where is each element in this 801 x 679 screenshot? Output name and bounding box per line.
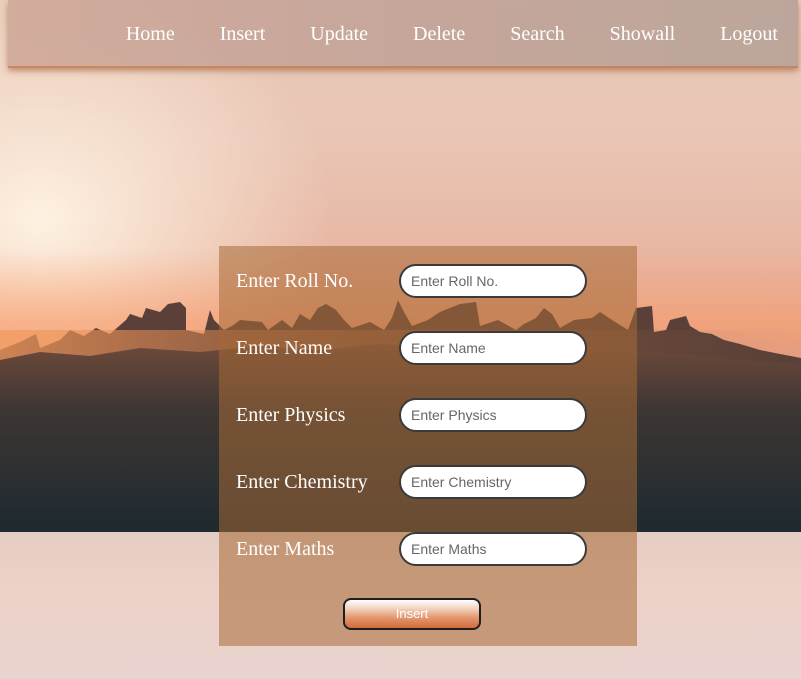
maths-input[interactable] — [399, 532, 587, 566]
nav-link-home[interactable]: Home — [126, 1, 175, 67]
physics-input[interactable] — [399, 398, 587, 432]
form-row-roll-no: Enter Roll No. — [219, 264, 637, 298]
nav-menu: Home Insert Update Delete Search Showall… — [126, 0, 778, 66]
form-row-physics: Enter Physics — [219, 398, 637, 432]
name-label: Enter Name — [236, 337, 333, 359]
nav-link-insert[interactable]: Insert — [220, 1, 266, 67]
roll-no-input[interactable] — [399, 264, 587, 298]
maths-label: Enter Maths — [236, 538, 335, 560]
name-input[interactable] — [399, 331, 587, 365]
insert-submit-button[interactable]: Insert — [343, 598, 481, 630]
roll-no-label: Enter Roll No. — [236, 270, 354, 292]
nav-link-showall[interactable]: Showall — [610, 1, 676, 67]
nav-link-update[interactable]: Update — [310, 1, 368, 67]
chemistry-label: Enter Chemistry — [236, 471, 368, 493]
nav-link-search[interactable]: Search — [510, 1, 564, 67]
form-row-name: Enter Name — [219, 331, 637, 365]
insert-form-panel: Enter Roll No. Enter Name Enter Physics … — [219, 246, 637, 646]
nav-link-delete[interactable]: Delete — [413, 1, 465, 67]
form-row-maths: Enter Maths — [219, 532, 637, 566]
physics-label: Enter Physics — [236, 404, 346, 426]
form-row-chemistry: Enter Chemistry — [219, 465, 637, 499]
chemistry-input[interactable] — [399, 465, 587, 499]
navbar: Home Insert Update Delete Search Showall… — [8, 0, 798, 68]
nav-link-logout[interactable]: Logout — [720, 1, 778, 67]
